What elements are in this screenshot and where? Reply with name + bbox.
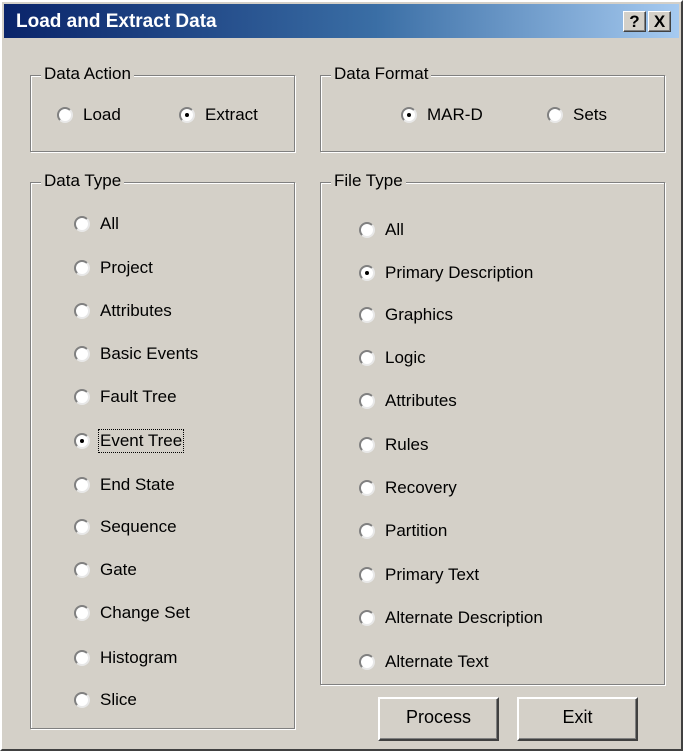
data-format-label: Data Format xyxy=(331,64,432,84)
radio-circle[interactable] xyxy=(359,480,375,496)
radio-label: Alternate Text xyxy=(385,652,489,671)
radio-label: Attributes xyxy=(100,301,172,320)
radio-circle[interactable] xyxy=(57,107,73,123)
radio-circle[interactable] xyxy=(74,260,90,276)
exit-button[interactable]: Exit xyxy=(517,697,638,741)
radio-label: End State xyxy=(100,475,175,494)
radio-circle[interactable] xyxy=(74,519,90,535)
data-type-label: Data Type xyxy=(41,171,125,191)
radio-label: Graphics xyxy=(385,305,454,324)
radio-mar-d[interactable]: MAR-D xyxy=(401,105,483,125)
data-format-group: Data Format MAR-D Sets xyxy=(320,64,665,152)
radio-circle[interactable] xyxy=(359,523,375,539)
radio-type-fault-tree[interactable]: Fault Tree xyxy=(74,387,177,407)
radio-label: Primary Description xyxy=(385,263,534,282)
data-type-group: Data Type All Project Attributes Basic E… xyxy=(30,171,295,729)
radio-label: Slice xyxy=(100,690,137,709)
radio-file-alternate-description[interactable]: Alternate Description xyxy=(359,608,543,628)
radio-type-sequence[interactable]: Sequence xyxy=(74,517,177,537)
help-button[interactable]: ? xyxy=(623,11,646,32)
radio-label: All xyxy=(100,214,119,233)
radio-circle[interactable] xyxy=(359,265,375,281)
radio-file-primary-text[interactable]: Primary Text xyxy=(359,565,479,585)
title-bar[interactable]: Load and Extract Data ? X xyxy=(4,4,679,38)
radio-label: Sets xyxy=(573,105,608,124)
radio-circle[interactable] xyxy=(547,107,563,123)
radio-label: Recovery xyxy=(385,478,457,497)
radio-file-primary-description[interactable]: Primary Description xyxy=(359,263,533,283)
close-button[interactable]: X xyxy=(648,11,671,32)
radio-type-end-state[interactable]: End State xyxy=(74,475,175,495)
radio-label: Rules xyxy=(385,435,429,454)
radio-type-histogram[interactable]: Histogram xyxy=(74,648,177,668)
radio-label: Load xyxy=(83,105,121,124)
radio-circle[interactable] xyxy=(359,437,375,453)
dialog-window: Load and Extract Data ? X Data Action Lo… xyxy=(0,0,683,751)
radio-label: Gate xyxy=(100,560,137,579)
radio-file-rules[interactable]: Rules xyxy=(359,435,428,455)
radio-circle[interactable] xyxy=(74,477,90,493)
radio-label: Primary Text xyxy=(385,565,480,584)
radio-sets[interactable]: Sets xyxy=(547,105,607,125)
window-title: Load and Extract Data xyxy=(16,11,217,32)
radio-label: Basic Events xyxy=(100,344,199,363)
radio-circle[interactable] xyxy=(359,567,375,583)
radio-label: Extract xyxy=(205,105,258,124)
radio-circle[interactable] xyxy=(74,389,90,405)
radio-label: Alternate Description xyxy=(385,608,543,627)
radio-circle[interactable] xyxy=(74,692,90,708)
radio-type-change-set[interactable]: Change Set xyxy=(74,603,190,623)
data-action-group: Data Action Load Extract xyxy=(30,64,295,152)
radio-circle[interactable] xyxy=(359,610,375,626)
radio-type-basic-events[interactable]: Basic Events xyxy=(74,344,198,364)
radio-load[interactable]: Load xyxy=(57,105,121,125)
file-type-label: File Type xyxy=(331,171,406,191)
radio-circle[interactable] xyxy=(74,650,90,666)
radio-file-alternate-text[interactable]: Alternate Text xyxy=(359,652,489,672)
radio-label: Change Set xyxy=(100,603,190,622)
radio-file-recovery[interactable]: Recovery xyxy=(359,478,457,498)
data-action-label: Data Action xyxy=(41,64,134,84)
radio-circle[interactable] xyxy=(74,605,90,621)
radio-label: Partition xyxy=(385,521,448,540)
radio-label: MAR-D xyxy=(427,105,483,124)
radio-circle[interactable] xyxy=(359,393,375,409)
radio-extract[interactable]: Extract xyxy=(179,105,258,125)
radio-type-attributes[interactable]: Attributes xyxy=(74,301,172,321)
file-type-group: File Type All Primary Description Graphi… xyxy=(320,171,665,685)
radio-file-all[interactable]: All xyxy=(359,220,404,240)
radio-type-slice[interactable]: Slice xyxy=(74,690,137,710)
radio-type-event-tree[interactable]: Event Tree xyxy=(74,429,185,453)
radio-circle[interactable] xyxy=(179,107,195,123)
radio-type-gate[interactable]: Gate xyxy=(74,560,137,580)
radio-circle[interactable] xyxy=(74,433,90,449)
radio-label: Histogram xyxy=(100,648,178,667)
radio-circle[interactable] xyxy=(74,346,90,362)
radio-file-attributes[interactable]: Attributes xyxy=(359,391,457,411)
radio-label: Attributes xyxy=(385,391,457,410)
radio-label: Fault Tree xyxy=(100,387,177,406)
radio-type-project[interactable]: Project xyxy=(74,258,153,278)
radio-file-partition[interactable]: Partition xyxy=(359,521,447,541)
process-button[interactable]: Process xyxy=(378,697,499,741)
radio-file-logic[interactable]: Logic xyxy=(359,348,426,368)
radio-circle[interactable] xyxy=(401,107,417,123)
radio-circle[interactable] xyxy=(74,562,90,578)
radio-circle[interactable] xyxy=(359,307,375,323)
radio-label: Logic xyxy=(385,348,426,367)
radio-label: Sequence xyxy=(100,517,177,536)
radio-circle[interactable] xyxy=(359,654,375,670)
radio-circle[interactable] xyxy=(359,222,375,238)
radio-circle[interactable] xyxy=(74,216,90,232)
radio-label: Event Tree xyxy=(97,429,185,453)
radio-label: Project xyxy=(100,258,153,277)
radio-circle[interactable] xyxy=(74,303,90,319)
radio-label: All xyxy=(385,220,404,239)
radio-file-graphics[interactable]: Graphics xyxy=(359,305,453,325)
radio-circle[interactable] xyxy=(359,350,375,366)
radio-type-all[interactable]: All xyxy=(74,214,119,234)
